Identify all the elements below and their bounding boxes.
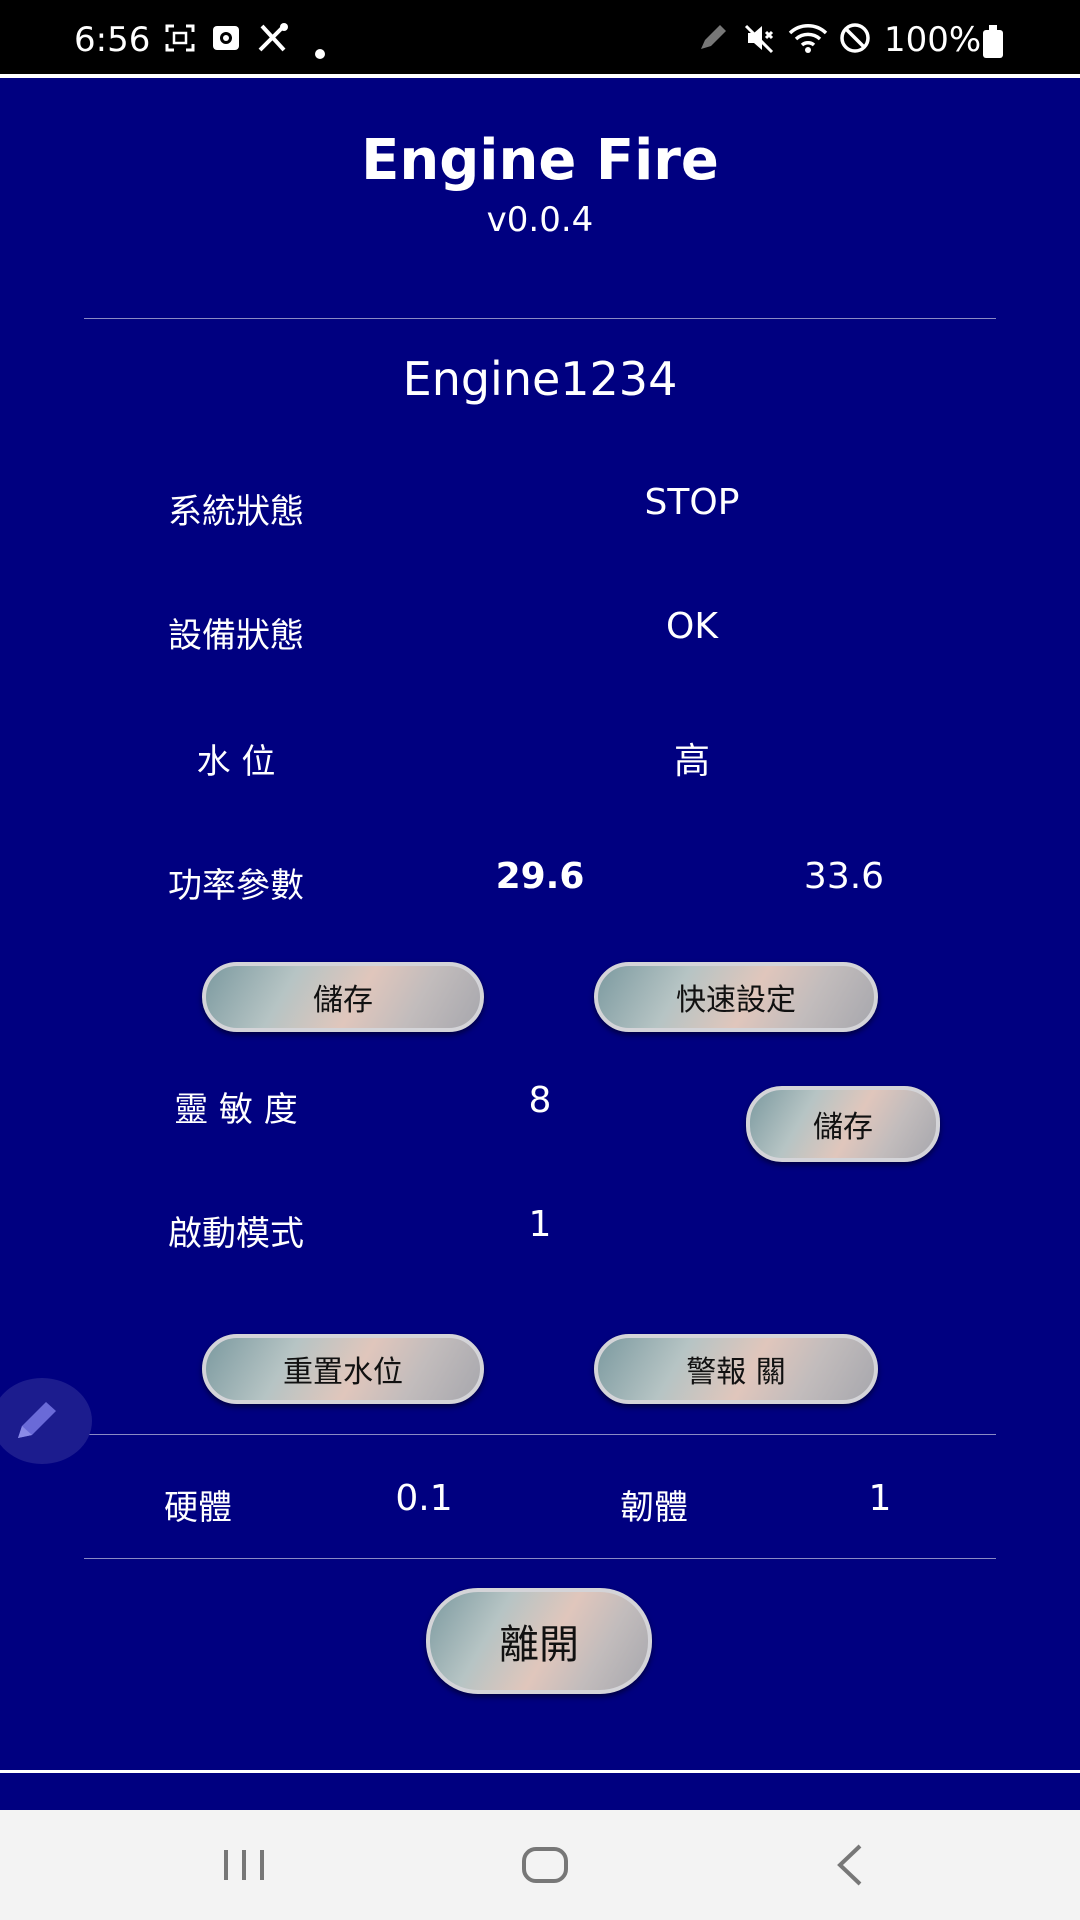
dot-icon — [314, 36, 326, 66]
start-mode-label: 啟動模式 — [168, 1214, 304, 1254]
back-icon[interactable] — [830, 1840, 870, 1894]
divider-middle — [84, 1434, 996, 1435]
reset-water-level-button[interactable]: 重置水位 — [202, 1334, 484, 1404]
hardware-version: 0.1 — [395, 1478, 453, 1519]
sensitivity-label: 靈 敏 度 — [174, 1090, 298, 1130]
battery-percent: 100% — [884, 20, 982, 60]
device-name: Engine1234 — [402, 352, 678, 406]
home-icon[interactable] — [520, 1840, 570, 1894]
hardware-label: 硬體 — [164, 1488, 232, 1528]
camera-app-icon — [210, 22, 242, 60]
sensitivity-value: 8 — [528, 1080, 552, 1121]
app-title: Engine Fire — [361, 128, 719, 193]
tools-icon — [256, 22, 290, 60]
power-params-label: 功率參數 — [168, 866, 304, 906]
status-time: 6:56 — [74, 20, 151, 60]
floating-edit-button[interactable] — [0, 1378, 92, 1464]
main-panel: Engine Fire v0.0.4 Engine1234 系統狀態 STOP … — [0, 78, 1080, 1810]
power-param-value-1: 29.6 — [495, 856, 585, 897]
device-status-value: OK — [666, 606, 718, 647]
mute-icon — [742, 22, 776, 60]
bottom-divider — [0, 1770, 1080, 1773]
system-status-label: 系統狀態 — [168, 492, 304, 532]
system-status-value: STOP — [644, 482, 740, 523]
app-version: v0.0.4 — [486, 200, 594, 240]
start-mode-value: 1 — [528, 1204, 552, 1245]
water-level-value: 高 — [673, 741, 710, 782]
recent-apps-icon[interactable] — [220, 1840, 268, 1894]
firmware-version: 1 — [868, 1478, 892, 1519]
navigation-bar — [0, 1810, 1080, 1920]
save-sensitivity-button[interactable]: 儲存 — [746, 1086, 940, 1162]
wifi-icon — [788, 22, 828, 60]
pen-icon — [696, 22, 730, 60]
water-level-label: 水 位 — [196, 742, 276, 782]
exit-button[interactable]: 離開 — [426, 1588, 652, 1694]
power-param-value-2: 33.6 — [803, 856, 885, 897]
divider-top — [84, 318, 996, 319]
do-not-disturb-icon — [838, 22, 872, 60]
device-status-label: 設備狀態 — [168, 616, 304, 656]
divider-bottom — [84, 1558, 996, 1559]
battery-icon — [983, 25, 1003, 58]
save-button[interactable]: 儲存 — [202, 962, 484, 1032]
status-bar: 6:56 100% — [0, 0, 1080, 78]
firmware-label: 韌體 — [620, 1488, 688, 1528]
alarm-off-button[interactable]: 警報 關 — [594, 1334, 878, 1404]
screenshot-icon — [164, 22, 196, 60]
quick-setup-button[interactable]: 快速設定 — [594, 962, 878, 1032]
